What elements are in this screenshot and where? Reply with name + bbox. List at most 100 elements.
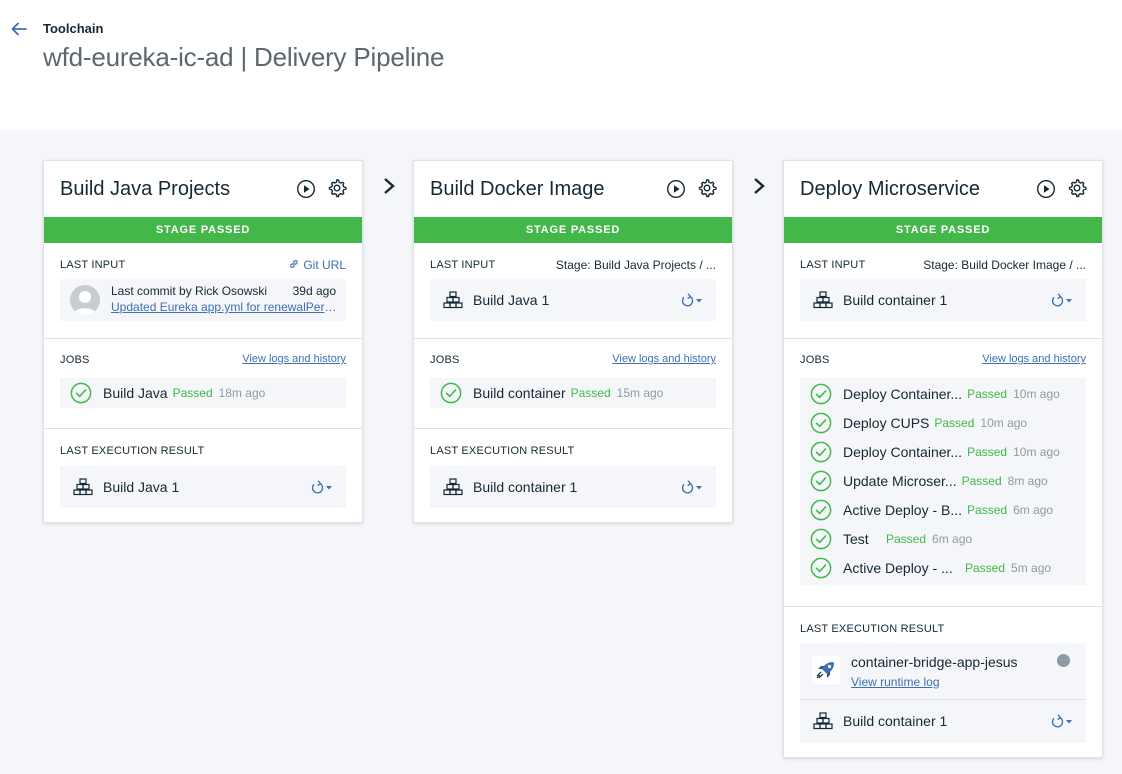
- result-artifact-name: Build container 1: [473, 479, 578, 495]
- last-input-label: LAST INPUT: [60, 259, 126, 271]
- commit-author: Last commit by Rick Osowski: [111, 284, 268, 298]
- job-name: Deploy Container...: [843, 385, 963, 402]
- gear-icon[interactable]: [327, 178, 347, 198]
- job-name: Update Microser...: [843, 472, 957, 489]
- run-stage-icon[interactable]: [296, 179, 316, 199]
- result-artifact-name: Build Java 1: [103, 479, 180, 495]
- job-row[interactable]: Test Passed 6m ago: [800, 524, 1086, 553]
- job-row[interactable]: Update Microser... Passed 8m ago: [800, 466, 1086, 495]
- stage-header: Build Java Projects: [44, 161, 362, 217]
- stage-deploy-microservice: Deploy Microservice STAGE PASSED LAST IN…: [783, 160, 1103, 758]
- view-logs-link[interactable]: View logs and history: [982, 353, 1086, 365]
- input-source-stage[interactable]: Stage: Build Docker Image / ...: [923, 258, 1086, 272]
- job-row[interactable]: Build Java Passed 18m ago: [60, 378, 346, 408]
- jobs-label: JOBS: [430, 354, 460, 366]
- app-name: container-bridge-app-jesus: [851, 654, 1018, 670]
- input-artifact[interactable]: Build Java 1: [430, 279, 716, 321]
- build-artifact-icon: [813, 712, 833, 730]
- stage-build-java-projects: Build Java Projects STAGE PASSED LAST IN…: [43, 160, 363, 523]
- job-status: Passed: [961, 473, 1002, 488]
- job-status: Passed: [886, 531, 927, 546]
- job-name: Active Deploy - ...: [843, 559, 953, 576]
- job-status: Passed: [965, 560, 1006, 575]
- last-input-section: LAST INPUT Git URL Last commit by Rick O…: [44, 243, 362, 339]
- page-header: Toolchain wfd-eureka-ic-ad | Delivery Pi…: [0, 0, 1122, 130]
- last-result-section: LAST EXECUTION RESULT Build Java 1: [44, 429, 362, 523]
- deployed-app: container-bridge-app-jesus View runtime …: [800, 643, 1086, 700]
- job-row[interactable]: Active Deploy - ... Passed 5m ago: [800, 553, 1086, 582]
- link-icon: [290, 260, 298, 268]
- back-arrow-icon[interactable]: [10, 20, 28, 38]
- redeploy-dropdown-icon[interactable]: [678, 292, 706, 308]
- stage-status-badge: STAGE PASSED: [784, 217, 1102, 243]
- job-age: 6m ago: [1013, 502, 1054, 517]
- input-artifact[interactable]: Build container 1: [800, 279, 1086, 321]
- result-artifact[interactable]: Build container 1: [800, 700, 1086, 742]
- run-stage-icon[interactable]: [666, 179, 686, 199]
- user-avatar-icon: [73, 291, 97, 315]
- job-row[interactable]: Build container Passed 15m ago: [430, 378, 716, 408]
- jobs-label: JOBS: [60, 354, 90, 366]
- commit-message-link[interactable]: Updated Eureka app.yml for renewalPercen…: [111, 300, 337, 314]
- stage-status-badge: STAGE PASSED: [414, 217, 732, 243]
- avatar: [70, 285, 100, 315]
- result-artifact-name: Build container 1: [843, 713, 948, 729]
- last-result-section: LAST EXECUTION RESULT container-bridge-a…: [784, 607, 1102, 757]
- gear-icon[interactable]: [1067, 178, 1087, 198]
- job-name: Active Deploy - B...: [843, 501, 963, 518]
- gear-icon[interactable]: [697, 178, 717, 198]
- view-runtime-log-link[interactable]: View runtime log: [851, 675, 940, 689]
- build-artifact-icon: [813, 291, 833, 309]
- page-title: wfd-eureka-ic-ad | Delivery Pipeline: [43, 42, 445, 72]
- check-circle-icon: [810, 557, 832, 578]
- result-box: container-bridge-app-jesus View runtime …: [800, 643, 1086, 743]
- result-artifact[interactable]: Build Java 1: [60, 466, 346, 508]
- stage-status-badge: STAGE PASSED: [44, 217, 362, 243]
- stage-header: Build Docker Image: [414, 161, 732, 217]
- job-row[interactable]: Active Deploy - B... Passed 6m ago: [800, 495, 1086, 524]
- job-age: 5m ago: [1011, 560, 1052, 575]
- stage-build-docker-image: Build Docker Image STAGE PASSED LAST INP…: [413, 160, 733, 523]
- job-row[interactable]: Deploy Container... Passed 10m ago: [800, 437, 1086, 466]
- stage-arrow-icon: [754, 178, 765, 194]
- job-row[interactable]: Deploy CUPS Passed 10m ago: [800, 408, 1086, 437]
- redeploy-dropdown-icon[interactable]: [1048, 713, 1076, 729]
- job-name: Deploy CUPS: [843, 414, 930, 431]
- job-status: Passed: [967, 502, 1008, 517]
- build-artifact-icon: [443, 478, 463, 496]
- stage-arrow-icon: [384, 178, 395, 194]
- last-result-section: LAST EXECUTION RESULT Build container 1: [414, 429, 732, 523]
- commit-age: 39d ago: [292, 284, 336, 298]
- check-circle-icon: [810, 412, 832, 433]
- job-status: Passed: [172, 386, 213, 400]
- check-circle-icon: [440, 382, 462, 404]
- check-circle-icon: [810, 441, 832, 462]
- job-name: Build container: [473, 385, 566, 401]
- view-logs-link[interactable]: View logs and history: [612, 353, 716, 365]
- job-name: Build Java: [103, 385, 168, 401]
- breadcrumb-toolchain[interactable]: Toolchain: [43, 21, 103, 36]
- view-logs-link[interactable]: View logs and history: [242, 353, 346, 365]
- job-age: 10m ago: [980, 415, 1028, 430]
- git-url-label: Git URL: [303, 258, 346, 272]
- git-url-link[interactable]: Git URL: [288, 258, 346, 272]
- stage-header: Deploy Microservice: [784, 161, 1102, 217]
- jobs-list: Build Java Passed 18m ago: [60, 378, 346, 408]
- check-circle-icon: [810, 528, 832, 549]
- job-row[interactable]: Deploy Container... Passed 10m ago: [800, 379, 1086, 408]
- redeploy-dropdown-icon[interactable]: [678, 479, 706, 495]
- result-artifact[interactable]: Build container 1: [430, 466, 716, 508]
- job-age: 10m ago: [1013, 444, 1060, 459]
- job-age: 10m ago: [1013, 386, 1060, 401]
- input-source-stage[interactable]: Stage: Build Java Projects / ...: [556, 258, 716, 272]
- run-stage-icon[interactable]: [1036, 179, 1056, 199]
- jobs-label: JOBS: [800, 354, 830, 366]
- check-circle-icon: [810, 499, 832, 520]
- build-artifact-icon: [443, 291, 463, 309]
- redeploy-dropdown-icon[interactable]: [1048, 292, 1076, 308]
- job-status: Passed: [934, 415, 975, 430]
- job-status: Passed: [570, 386, 611, 400]
- redeploy-dropdown-icon[interactable]: [308, 479, 336, 495]
- job-status: Passed: [967, 444, 1008, 459]
- job-name: Deploy Container...: [843, 443, 963, 460]
